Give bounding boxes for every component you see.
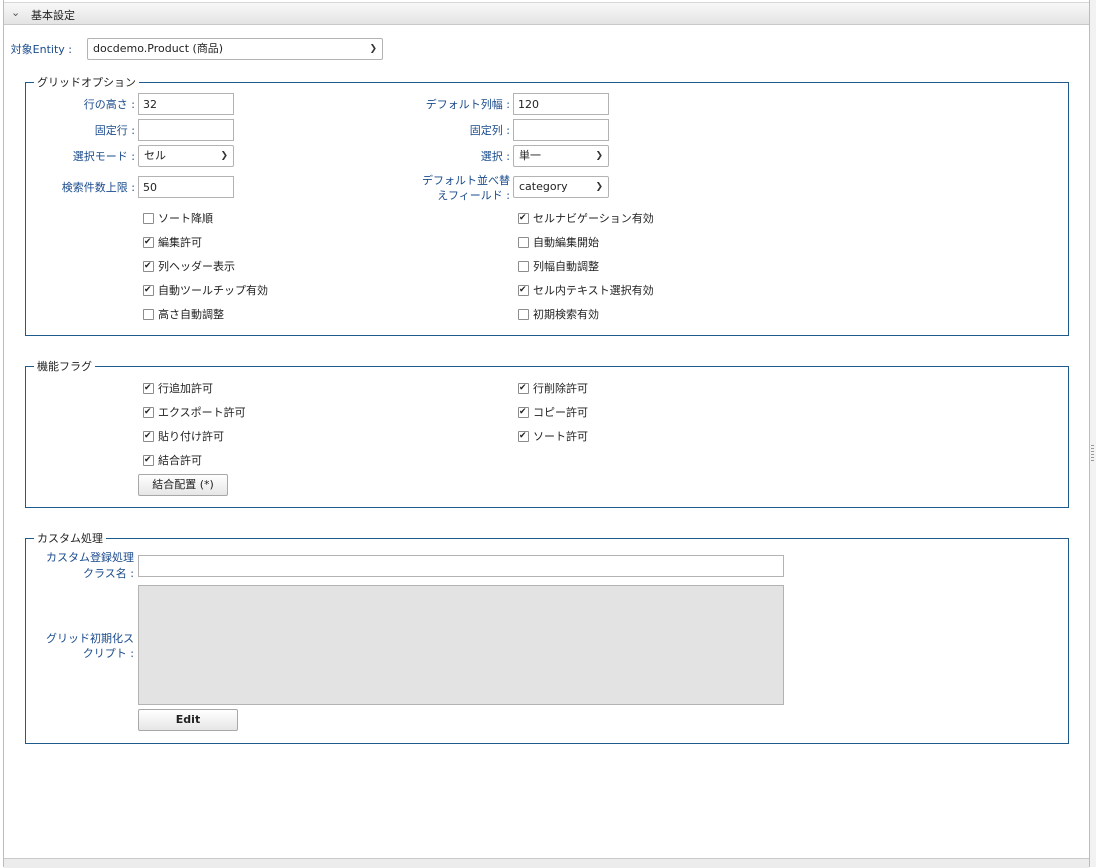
checkbox-box[interactable] [143,260,154,272]
entity-select[interactable]: docdemo.Product (商品) ❯ [87,38,383,60]
checkbox-export[interactable]: エクスポート許可 [143,404,246,420]
grid-options-legend: グリッドオプション [37,76,136,89]
checkbox-sort-desc[interactable]: ソート降順 [143,210,213,226]
checkbox-box[interactable] [143,454,154,466]
entity-label: 対象Entity : [10,43,72,56]
checkbox-box[interactable] [518,430,529,442]
custom-class-input[interactable] [138,555,784,577]
checkbox-label: ソート許可 [533,430,588,443]
search-limit-label: 検索件数上限 : [61,181,135,194]
fixed-rows-input[interactable] [138,119,234,141]
checkbox-initial-search[interactable]: 初期検索有効 [518,306,599,322]
checkbox-cell-navigation[interactable]: セルナビゲーション有効 [518,210,654,226]
checkbox-box[interactable] [518,308,529,320]
select-mode-value: セル [144,149,166,162]
checkbox-label: 貼り付け許可 [158,430,224,443]
checkbox-label: 結合許可 [158,454,202,467]
default-sort-label-line2: えフィールド : [437,189,510,202]
checkbox-box[interactable] [518,236,529,248]
checkbox-auto-edit[interactable]: 自動編集開始 [518,234,599,250]
checkbox-label: 列幅自動調整 [533,260,599,273]
merge-layout-button[interactable]: 結合配置 (*) [138,474,228,496]
checkbox-cell-text-select[interactable]: セル内テキスト選択有効 [518,282,654,298]
chevron-down-icon: ❯ [220,151,228,161]
select-mode-select[interactable]: セル ❯ [138,145,234,167]
selection-select[interactable]: 単一 ❯ [513,145,609,167]
checkbox-row-delete[interactable]: 行削除許可 [518,380,588,396]
checkbox-label: 高さ自動調整 [158,308,224,321]
default-col-width-label: デフォルト列幅 : [425,98,510,111]
default-col-width-input[interactable] [513,93,609,115]
checkbox-box[interactable] [518,406,529,418]
search-limit-input[interactable] [138,176,234,198]
checkbox-paste[interactable]: 貼り付け許可 [143,428,224,444]
checkbox-label: セル内テキスト選択有効 [533,284,654,297]
section-title: 基本設定 [31,9,75,22]
selection-label: 選択 : [480,150,510,163]
checkbox-box[interactable] [143,382,154,394]
checkbox-merge[interactable]: 結合許可 [143,452,202,468]
select-mode-label: 選択モード : [72,150,135,163]
custom-class-label-line2: クラス名 : [83,567,134,580]
fixed-cols-input[interactable] [513,119,609,141]
checkbox-box[interactable] [518,212,529,224]
row-height-input[interactable] [138,93,234,115]
checkbox-label: 行追加許可 [158,382,213,395]
selection-value: 単一 [519,149,541,162]
checkbox-sort[interactable]: ソート許可 [518,428,588,444]
checkbox-edit-allowed[interactable]: 編集許可 [143,234,202,250]
checkbox-box[interactable] [143,406,154,418]
checkbox-auto-height[interactable]: 高さ自動調整 [143,306,224,322]
checkbox-label: ソート降順 [158,212,213,225]
chevron-down-icon: ❯ [595,182,603,192]
edit-button[interactable]: Edit [138,709,238,731]
grid-init-script-label-line1: グリッド初期化ス [46,632,134,645]
checkbox-auto-col-width[interactable]: 列幅自動調整 [518,258,599,274]
custom-class-label-line1: カスタム登録処理 [46,551,134,564]
splitter-grip-icon[interactable] [1091,445,1094,463]
checkbox-label: 編集許可 [158,236,202,249]
custom-processing-legend: カスタム処理 [37,532,103,545]
chevron-down-icon: ❯ [369,44,377,54]
checkbox-auto-tooltip[interactable]: 自動ツールチップ有効 [143,282,268,298]
checkbox-label: 行削除許可 [533,382,588,395]
chevron-down-icon: ❯ [595,151,603,161]
row-height-label: 行の高さ : [83,98,135,111]
checkbox-label: 初期検索有効 [533,308,599,321]
checkbox-box[interactable] [143,430,154,442]
checkbox-label: セルナビゲーション有効 [533,212,654,225]
checkbox-box[interactable] [518,284,529,296]
checkbox-label: 自動編集開始 [533,236,599,249]
feature-flags-legend: 機能フラグ [37,360,92,373]
checkbox-box[interactable] [143,236,154,248]
fixed-rows-label: 固定行 : [94,124,135,137]
default-sort-select[interactable]: category ❯ [513,176,609,198]
checkbox-label: 列ヘッダー表示 [158,260,235,273]
checkbox-box[interactable] [518,260,529,272]
default-sort-value: category [519,180,568,193]
grid-init-script-area[interactable] [138,585,784,705]
checkbox-label: 自動ツールチップ有効 [158,284,268,297]
fixed-cols-label: 固定列 : [469,124,510,137]
checkbox-label: エクスポート許可 [158,406,246,419]
grid-init-script-label-line2: クリプト : [82,647,134,660]
checkbox-box[interactable] [143,212,154,224]
splitter[interactable] [1090,0,1096,867]
default-sort-label-line1: デフォルト並べ替 [422,174,510,187]
chevron-down-icon[interactable]: ⌄ [11,6,20,19]
checkbox-copy[interactable]: コピー許可 [518,404,588,420]
checkbox-box[interactable] [143,308,154,320]
checkbox-box[interactable] [143,284,154,296]
checkbox-box[interactable] [518,382,529,394]
checkbox-row-add[interactable]: 行追加許可 [143,380,213,396]
entity-select-value: docdemo.Product (商品) [93,42,224,55]
section-header[interactable]: ⌄ 基本設定 [4,2,1089,25]
checkbox-label: コピー許可 [533,406,588,419]
checkbox-column-header[interactable]: 列ヘッダー表示 [143,258,235,274]
